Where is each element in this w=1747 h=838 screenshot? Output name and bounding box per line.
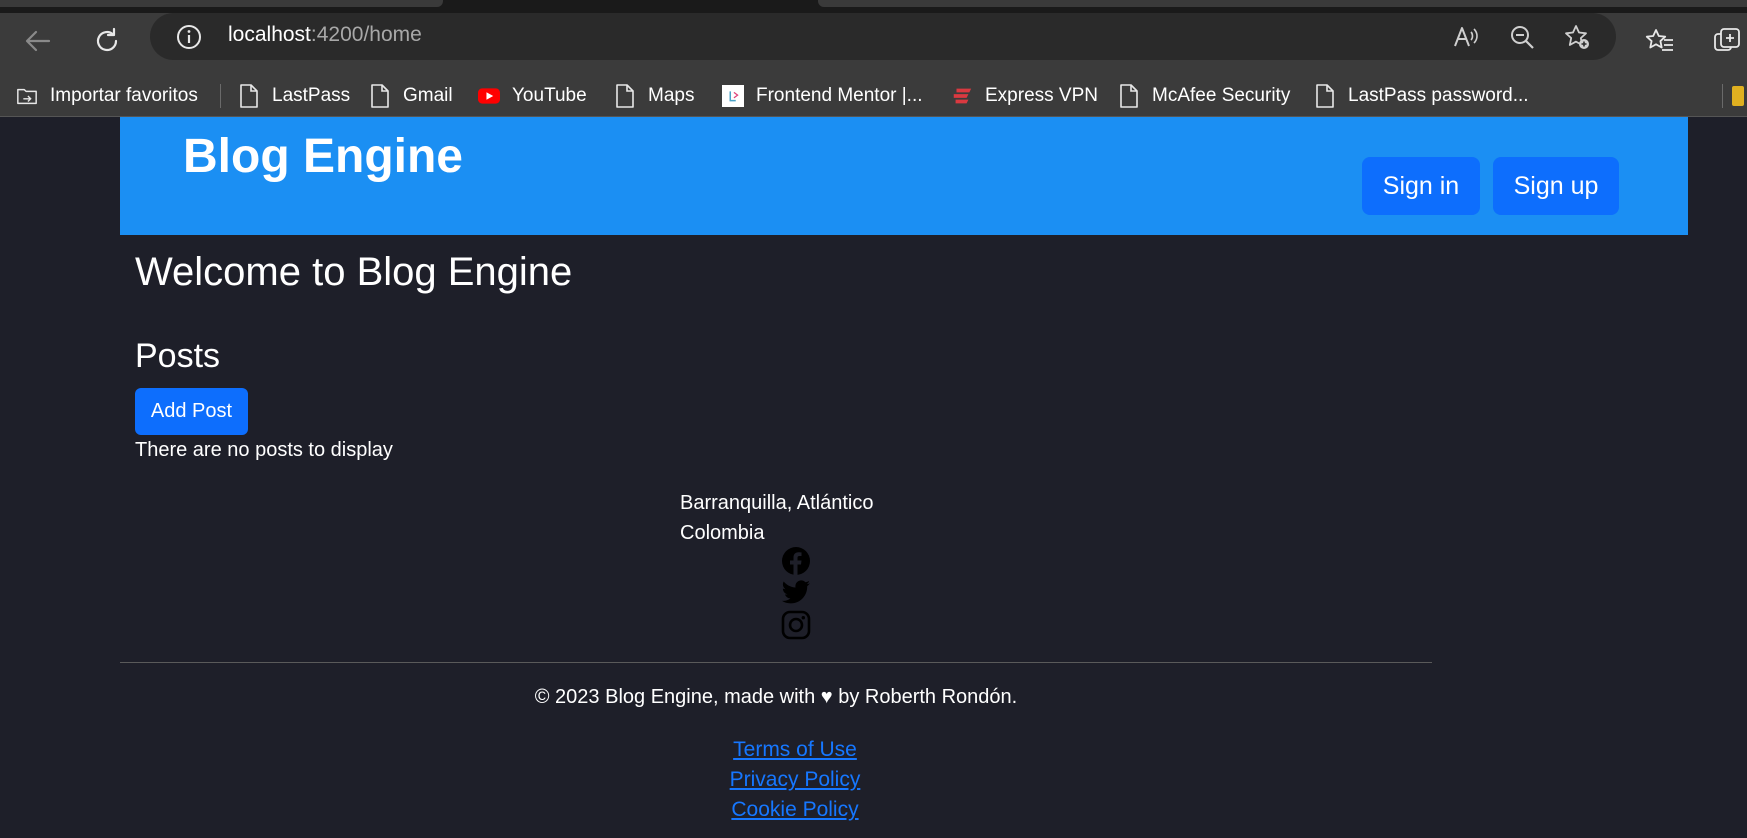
footer-address: Barranquilla, Atlántico Colombia	[680, 488, 873, 548]
youtube-icon	[478, 84, 500, 108]
page-icon	[238, 83, 260, 108]
footer-divider	[120, 662, 1432, 663]
browser-toolbar: localhost:4200/home	[0, 13, 1747, 74]
bookmark-label: Frontend Mentor |...	[756, 84, 923, 106]
favorites-icon[interactable]	[1640, 21, 1680, 61]
zoom-out-icon[interactable]	[1507, 22, 1537, 52]
empty-posts-message: There are no posts to display	[135, 439, 393, 461]
bookmark-import-favorites[interactable]: Importar favoritos	[16, 74, 198, 117]
facebook-icon[interactable]	[780, 545, 812, 577]
bookmark-label: McAfee Security	[1152, 84, 1291, 106]
bookmark-gmail[interactable]: Gmail	[369, 74, 453, 117]
bookmark-label: Importar favoritos	[50, 84, 198, 106]
back-icon[interactable]	[18, 21, 58, 61]
add-favorite-icon[interactable]	[1562, 22, 1592, 52]
sign-up-button[interactable]: Sign up	[1493, 157, 1619, 215]
bookmarks-bar: Importar favoritos LastPass Gmail YouTub…	[0, 74, 1747, 117]
bookmark-label: Express VPN	[985, 84, 1098, 106]
footer-city: Barranquilla, Atlántico	[680, 492, 874, 514]
bookmark-express-vpn[interactable]: Express VPN	[951, 74, 1098, 117]
bookmark-lastpass[interactable]: LastPass	[238, 74, 350, 117]
page-icon	[369, 83, 391, 108]
cookie-policy-link[interactable]: Cookie Policy	[0, 795, 1590, 825]
page-icon	[1314, 83, 1336, 108]
bookmark-label: Gmail	[403, 84, 453, 106]
bookmark-overflow[interactable]	[1722, 84, 1747, 108]
page-title: Welcome to Blog Engine	[135, 250, 573, 294]
folder-icon	[1732, 86, 1744, 106]
footer-copyright: © 2023 Blog Engine, made with ♥ by Rober…	[534, 686, 1018, 708]
address-bar[interactable]: localhost:4200/home	[150, 13, 1616, 60]
add-post-button[interactable]: Add Post	[135, 388, 248, 435]
twitter-icon[interactable]	[780, 577, 812, 609]
instagram-icon[interactable]	[780, 609, 812, 641]
privacy-policy-link[interactable]: Privacy Policy	[0, 765, 1590, 795]
expressvpn-icon	[951, 84, 973, 108]
bookmark-label: LastPass	[272, 84, 351, 106]
site-brand[interactable]: Blog Engine	[183, 129, 463, 184]
sign-in-button[interactable]: Sign in	[1362, 157, 1480, 215]
footer-links: Terms of Use Privacy Policy Cookie Polic…	[0, 735, 1590, 825]
bookmark-label: Maps	[648, 84, 695, 106]
site-info-icon[interactable]	[176, 24, 202, 50]
page-icon	[614, 83, 636, 108]
url-text[interactable]: localhost:4200/home	[228, 23, 422, 47]
browser-tab[interactable]	[0, 0, 443, 7]
bookmark-frontend-mentor[interactable]: Frontend Mentor |...	[722, 74, 923, 117]
page-icon	[1118, 83, 1140, 108]
bookmark-label: LastPass password...	[1348, 84, 1529, 106]
bookmark-mcafee-security[interactable]: McAfee Security	[1118, 74, 1290, 117]
url-host: localhost	[228, 23, 311, 46]
bookmark-separator	[220, 84, 221, 108]
tab-strip	[0, 0, 1747, 13]
site-header: Blog Engine Sign in Sign up	[120, 117, 1688, 235]
browser-tab[interactable]	[818, 0, 1747, 7]
frontend-mentor-icon	[722, 84, 744, 108]
collections-icon[interactable]	[1707, 21, 1747, 61]
import-folder-icon	[16, 84, 38, 108]
bookmark-lastpass-password[interactable]: LastPass password...	[1314, 74, 1529, 117]
read-aloud-icon[interactable]	[1450, 22, 1480, 52]
url-path: :4200/home	[310, 23, 422, 46]
refresh-icon[interactable]	[87, 21, 127, 61]
terms-of-use-link[interactable]: Terms of Use	[0, 735, 1590, 765]
bookmark-youtube[interactable]: YouTube	[478, 74, 587, 117]
bookmark-maps[interactable]: Maps	[614, 74, 694, 117]
footer-country: Colombia	[680, 522, 765, 544]
posts-heading: Posts	[135, 337, 221, 375]
bookmark-label: YouTube	[512, 84, 587, 106]
